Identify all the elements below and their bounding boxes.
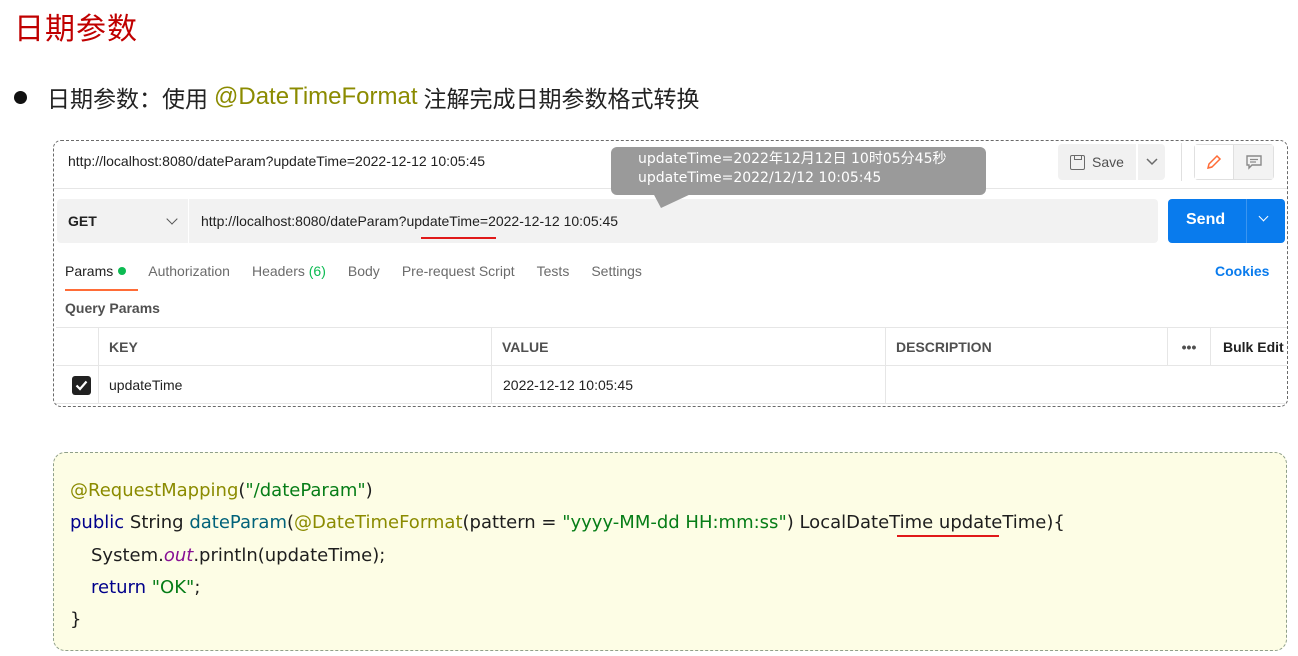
chevron-down-icon	[166, 213, 178, 225]
url-param-underline	[421, 237, 496, 239]
param-value-input[interactable]: 2022-12-12 10:05:45	[491, 366, 885, 404]
tab-headers-count: (6)	[308, 263, 326, 279]
bullet-annotation: @DateTimeFormat	[214, 83, 418, 110]
code-annotation: @RequestMapping	[70, 480, 239, 501]
param-description-input[interactable]	[885, 366, 1287, 404]
request-tab-url[interactable]: http://localhost:8080/dateParam?updateTi…	[68, 153, 485, 169]
code-string: "yyyy-MM-dd HH:mm:ss"	[562, 512, 787, 533]
code-text: .println(updateTime);	[193, 545, 386, 566]
code-text: ) LocalDateTime updateTime){	[786, 512, 1065, 533]
code-line-4: return "OK";	[91, 577, 200, 598]
code-keyword: return	[91, 577, 147, 598]
table-row: updateTime 2022-12-12 10:05:45	[56, 366, 1287, 404]
save-button[interactable]: Save	[1058, 144, 1136, 180]
code-line-1: @RequestMapping("/dateParam")	[70, 480, 373, 501]
send-separator	[1246, 199, 1247, 243]
url-suffix: =2022-12-12 10:05:45	[479, 213, 619, 229]
code-line-5: }	[70, 609, 82, 630]
url-param-highlight: updateTime	[406, 213, 480, 229]
slide-title: 日期参数	[14, 12, 138, 47]
header-description: DESCRIPTION	[885, 328, 1167, 366]
code-paren: )	[365, 480, 373, 501]
cookies-link[interactable]: Cookies	[1215, 263, 1269, 279]
url-prefix: http://localhost:8080/dateParam?	[201, 213, 407, 229]
comment-icon	[1245, 155, 1262, 170]
row-enabled-checkbox[interactable]	[72, 375, 91, 395]
bullet-text-prefix: 日期参数：使用	[47, 87, 208, 113]
code-keyword: public	[70, 512, 125, 533]
header-check-cell	[56, 328, 98, 366]
tab-headers-label: Headers	[251, 263, 305, 279]
view-toggle-group	[1194, 144, 1274, 180]
header-key: KEY	[98, 328, 491, 366]
send-button-label: Send	[1186, 211, 1226, 228]
toolbar-divider	[1181, 143, 1182, 181]
tab-tests[interactable]: Tests	[537, 263, 570, 279]
header-value: VALUE	[491, 328, 885, 366]
method-select[interactable]: GET	[57, 199, 188, 243]
param-key-input[interactable]: updateTime	[98, 366, 491, 404]
code-block: @RequestMapping("/dateParam") public Str…	[53, 452, 1287, 651]
date-format-callout: updateTime=2022年12月12日 10时05分45秒 updateT…	[611, 147, 986, 195]
method-label: GET	[68, 213, 97, 229]
code-text: ;	[194, 577, 201, 598]
callout-line-1: updateTime=2022年12月12日 10时05分45秒	[638, 151, 947, 167]
pencil-icon	[1206, 154, 1222, 170]
code-line-3: System.out.println(updateTime);	[91, 545, 385, 566]
request-tabs: Params Authorization Headers (6) Body Pr…	[65, 263, 664, 291]
code-line-2: public String dateParam(@DateTimeFormat(…	[70, 512, 1065, 533]
table-header-row: KEY VALUE DESCRIPTION ••• Bulk Edit	[56, 328, 1287, 366]
active-dot-icon	[118, 267, 127, 275]
save-options-button[interactable]	[1138, 144, 1165, 180]
code-paren: (	[286, 512, 295, 533]
edit-toggle-button[interactable]	[1195, 145, 1234, 179]
code-annotation: @DateTimeFormat	[294, 512, 463, 533]
save-button-label: Save	[1092, 154, 1124, 170]
code-method-name: dateParam	[189, 512, 287, 533]
query-params-table: KEY VALUE DESCRIPTION ••• Bulk Edit upda…	[56, 327, 1287, 405]
callout-line-2: updateTime=2022/12/12 10:05:45	[638, 170, 882, 186]
row-check-cell	[56, 366, 98, 404]
code-field: out	[163, 545, 194, 566]
tab-params-label: Params	[65, 263, 114, 279]
code-text: System.	[91, 545, 164, 566]
code-param-underline	[897, 535, 999, 537]
code-string: "OK"	[151, 577, 195, 598]
query-params-label: Query Params	[65, 300, 160, 316]
bullet-dot-icon	[14, 90, 27, 104]
tab-headers[interactable]: Headers (6)	[252, 263, 326, 279]
tab-params[interactable]: Params	[65, 263, 139, 291]
chevron-down-icon	[1145, 158, 1158, 166]
comments-toggle-button[interactable]	[1234, 145, 1273, 179]
bullet-item: 日期参数：使用 @DateTimeFormat 注解完成日期参数格式转换	[14, 80, 700, 114]
chevron-down-icon[interactable]	[1258, 211, 1269, 222]
tab-settings[interactable]: Settings	[591, 263, 642, 279]
tab-body[interactable]: Body	[348, 263, 380, 279]
code-text: (pattern =	[462, 512, 563, 533]
more-options-icon[interactable]: •••	[1167, 328, 1210, 366]
code-string: "/dateParam"	[245, 480, 366, 501]
bullet-text-suffix: 注解完成日期参数格式转换	[423, 87, 700, 113]
tab-authorization[interactable]: Authorization	[148, 263, 230, 279]
bulk-edit-button[interactable]: Bulk Edit	[1210, 328, 1287, 366]
code-type: String	[124, 512, 190, 533]
tab-prerequest-script[interactable]: Pre-request Script	[402, 263, 515, 279]
save-icon	[1070, 154, 1086, 170]
send-button[interactable]: Send	[1168, 199, 1285, 243]
callout-pointer	[653, 193, 693, 208]
checkmark-icon	[75, 380, 88, 391]
